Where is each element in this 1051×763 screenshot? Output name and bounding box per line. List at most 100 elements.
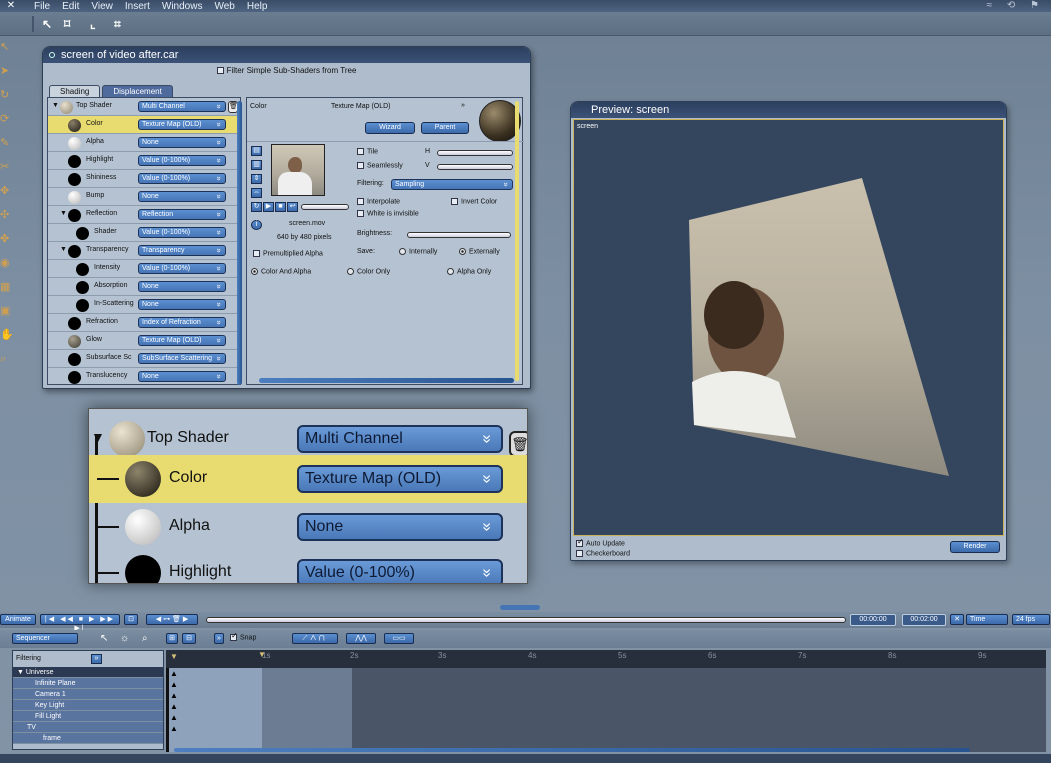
open-movie-icon[interactable]: ▥ bbox=[251, 160, 262, 170]
fps-dropdown[interactable]: 24 fps bbox=[1012, 614, 1050, 625]
grid-tool-icon[interactable]: ▦ bbox=[0, 280, 12, 294]
total-time-field[interactable]: 00:02:00 bbox=[902, 614, 946, 626]
checkerboard-checkbox[interactable] bbox=[576, 550, 583, 557]
shader-type-dropdown[interactable]: Transparency bbox=[138, 245, 226, 256]
tile-checkbox[interactable] bbox=[357, 148, 364, 155]
invert-checkbox[interactable] bbox=[451, 198, 458, 205]
brightness-slider[interactable] bbox=[407, 232, 511, 238]
shader-window-title[interactable]: screen of video after.car bbox=[43, 47, 530, 63]
white-invisible-checkbox[interactable] bbox=[357, 210, 364, 217]
tab-displacement[interactable]: Displacement bbox=[102, 85, 173, 97]
key-marker-icon[interactable]: ▲ bbox=[170, 702, 178, 711]
color-only-radio[interactable] bbox=[347, 268, 354, 275]
sequencer-tracks[interactable]: ▲ ▲ ▲ ▲ ▲ ▲ bbox=[166, 668, 1046, 752]
shader-type-dropdown[interactable]: None bbox=[138, 137, 226, 148]
axis-scale-icon[interactable]: ✤ bbox=[0, 232, 12, 246]
rotate-tool-icon[interactable]: ⌞ bbox=[90, 17, 96, 31]
invert-option[interactable]: Invert Color bbox=[451, 198, 497, 205]
tracks-h-scrollbar[interactable] bbox=[174, 748, 970, 752]
alpha-only-option[interactable]: Alpha Only bbox=[447, 268, 491, 275]
internally-option[interactable]: Internally bbox=[399, 248, 437, 255]
shader-type-dropdown[interactable]: None bbox=[138, 371, 226, 382]
shader-type-dropdown[interactable]: None bbox=[138, 191, 226, 202]
tree-row-highlight[interactable]: Highlight Value (0-100%) bbox=[48, 152, 240, 170]
seq-row-universe[interactable]: ▼ Universe bbox=[13, 667, 163, 678]
axis-move-icon[interactable]: ✥ bbox=[0, 184, 12, 198]
filtering-dropdown-icon[interactable]: » bbox=[91, 654, 102, 664]
shader-type-dropdown[interactable]: None bbox=[297, 513, 503, 541]
swap-icon[interactable]: ⇔ bbox=[251, 188, 262, 198]
menu-view[interactable]: View bbox=[91, 1, 113, 12]
shader-type-dropdown[interactable]: Reflection bbox=[138, 209, 226, 220]
tree-row-reflection[interactable]: ▼ Reflection Reflection bbox=[48, 206, 240, 224]
menu-right-icons[interactable]: ≈ ⟲ ⚑ bbox=[987, 0, 1045, 11]
curve-shape-buttons[interactable]: ⋀⋀ bbox=[346, 633, 376, 644]
sequencer-mode-dropdown[interactable]: Sequencer bbox=[12, 633, 78, 644]
split-icon[interactable]: ⊟ bbox=[182, 633, 196, 644]
splitter-handle[interactable] bbox=[500, 605, 540, 610]
collapse-icon[interactable]: » bbox=[461, 102, 465, 109]
shader-type-dropdown[interactable]: Texture Map (OLD) bbox=[138, 335, 226, 346]
premult-checkbox[interactable] bbox=[253, 250, 260, 257]
seamless-option[interactable]: Seamlessly bbox=[357, 162, 403, 169]
tree-row-absorption[interactable]: Absorption None bbox=[48, 278, 240, 296]
seq-row-fill-light[interactable]: Fill Light bbox=[13, 711, 163, 722]
parent-button[interactable]: Parent bbox=[421, 122, 469, 134]
color-alpha-radio[interactable] bbox=[251, 268, 258, 275]
detail-h-scrollbar[interactable] bbox=[259, 378, 514, 383]
color-alpha-option[interactable]: Color And Alpha bbox=[251, 268, 311, 275]
v-tile-slider[interactable] bbox=[437, 164, 513, 170]
white-invisible-option[interactable]: White is invisible bbox=[357, 210, 419, 217]
alpha-only-radio[interactable] bbox=[447, 268, 454, 275]
tile-option[interactable]: Tile bbox=[357, 148, 378, 155]
menu-help[interactable]: Help bbox=[247, 1, 268, 12]
current-time-field[interactable]: 00:00:00 bbox=[850, 614, 896, 626]
menu-file[interactable]: File bbox=[34, 1, 50, 12]
timeline-splitter[interactable] bbox=[0, 603, 1051, 611]
seq-row-camera[interactable]: Camera 1 bbox=[13, 689, 163, 700]
shader-type-dropdown[interactable]: None bbox=[138, 299, 226, 310]
tree-row-shininess[interactable]: Shininess Value (0-100%) bbox=[48, 170, 240, 188]
filter-checkbox[interactable] bbox=[216, 67, 224, 75]
info-icon[interactable]: i bbox=[251, 220, 262, 230]
shader-type-dropdown[interactable]: Value (0-100%) bbox=[138, 263, 226, 274]
end-marker-icon[interactable]: ▼ bbox=[258, 650, 266, 659]
key-marker-icon[interactable]: ▲ bbox=[170, 691, 178, 700]
tree-row-shader[interactable]: Shader Value (0-100%) bbox=[48, 224, 240, 242]
shader-type-dropdown[interactable]: None bbox=[138, 281, 226, 292]
interpolate-option[interactable]: Interpolate bbox=[357, 198, 400, 205]
seq-row-key-light[interactable]: Key Light bbox=[13, 700, 163, 711]
loop-button-icon[interactable]: ⊡ bbox=[124, 614, 138, 625]
shader-type-dropdown[interactable]: Value (0-100%) bbox=[138, 173, 226, 184]
detail-v-scrollbar[interactable] bbox=[515, 101, 519, 381]
rewind-icon[interactable]: ↩ bbox=[287, 202, 298, 212]
preview-title[interactable]: Preview: screen bbox=[571, 102, 1006, 118]
color-only-option[interactable]: Color Only bbox=[347, 268, 390, 275]
expand-triangle-icon[interactable]: ▼ bbox=[91, 429, 105, 445]
tree-row-alpha[interactable]: Alpha None bbox=[48, 134, 240, 152]
zoom-row-highlight[interactable]: Highlight Value (0-100%) bbox=[89, 549, 527, 583]
hand-tool-icon[interactable]: ✋ bbox=[0, 328, 14, 342]
open-file-icon[interactable]: ▤ bbox=[251, 146, 262, 156]
externally-radio[interactable] bbox=[459, 248, 466, 255]
key-marker-icon[interactable]: ▲ bbox=[170, 724, 178, 733]
wizard-button[interactable]: Wizard bbox=[365, 122, 415, 134]
internally-radio[interactable] bbox=[399, 248, 406, 255]
shader-type-dropdown[interactable]: Value (0-100%) bbox=[138, 227, 226, 238]
axis-rotate-icon[interactable]: ✣ bbox=[0, 208, 12, 222]
tree-row-bump[interactable]: Bump None bbox=[48, 188, 240, 206]
interpolate-checkbox[interactable] bbox=[357, 198, 364, 205]
menu-insert[interactable]: Insert bbox=[125, 1, 150, 12]
snap-checkbox[interactable] bbox=[230, 631, 238, 641]
rotate-icon[interactable]: ↻ bbox=[0, 88, 12, 102]
menu-web[interactable]: Web bbox=[214, 1, 234, 12]
externally-option[interactable]: Externally bbox=[459, 248, 500, 255]
align-buttons[interactable]: ▭▭ bbox=[384, 633, 414, 644]
close-circle-icon[interactable] bbox=[49, 52, 55, 58]
shader-type-dropdown[interactable]: Index of Refraction bbox=[138, 317, 226, 328]
trash-icon[interactable]: 🗑 bbox=[509, 431, 527, 457]
pointer-icon[interactable]: ↖ bbox=[100, 633, 108, 644]
stop-icon[interactable]: ■ bbox=[275, 202, 286, 212]
tree-row-intensity[interactable]: Intensity Value (0-100%) bbox=[48, 260, 240, 278]
key-marker-icon[interactable]: ▲ bbox=[170, 713, 178, 722]
